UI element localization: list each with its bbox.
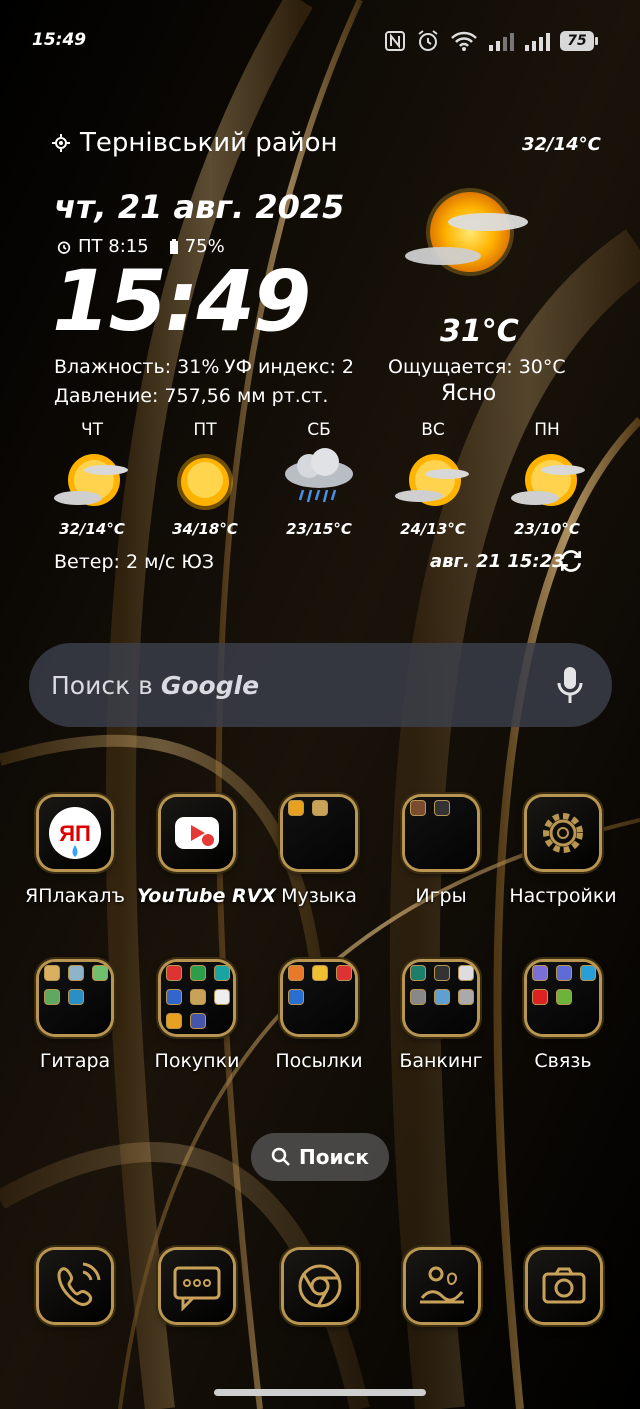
- folder-communication[interactable]: Связь: [503, 962, 623, 1072]
- app-youtube-rvx[interactable]: YouTube RVX: [137, 797, 277, 907]
- forecast-range: 23/15°C: [286, 520, 352, 538]
- feels-like: Ощущается: 30°C: [388, 356, 566, 378]
- microphone-icon[interactable]: [556, 665, 584, 705]
- search-icon: [271, 1147, 290, 1166]
- parcels-folder-icon: [283, 962, 355, 1034]
- location-name: Тернівський район: [80, 128, 338, 158]
- sunny-cloud-icon: [405, 188, 528, 276]
- app-search-button[interactable]: Поиск: [251, 1133, 389, 1181]
- app-label: Посылки: [275, 1050, 363, 1072]
- status-icons: 75: [384, 28, 604, 54]
- last-updated: авг. 21 15:23: [430, 551, 565, 572]
- partly-cloudy-icon: [54, 454, 128, 506]
- forecast-day: ПТ 34/18°C: [155, 420, 255, 538]
- forecast-range: 23/10°C: [514, 520, 580, 538]
- current-temperature: 31°C: [440, 314, 519, 349]
- dock-phone[interactable]: [38, 1250, 112, 1324]
- app-yaplakal[interactable]: ЯП ЯПлакалъ: [15, 797, 135, 907]
- folder-shopping[interactable]: Покупки: [137, 962, 257, 1072]
- banking-folder-icon: [405, 962, 477, 1034]
- folder-parcels[interactable]: Посылки: [259, 962, 379, 1072]
- forecast-day: ПН 23/10°C: [497, 420, 597, 538]
- dock-camera[interactable]: [527, 1250, 601, 1324]
- rain-cloud-icon: [285, 448, 353, 503]
- app-label: YouTube RVX: [137, 885, 277, 907]
- forecast-range: 32/14°C: [59, 520, 125, 538]
- communication-folder-icon: [527, 962, 599, 1034]
- app-label: Настройки: [509, 885, 617, 907]
- big-clock[interactable]: 15:49: [52, 252, 311, 350]
- app-label: Музыка: [281, 885, 357, 907]
- pressure: Давление: 757,56 мм рт.ст.: [54, 385, 329, 407]
- app-label: ЯПлакалъ: [25, 885, 125, 907]
- guitar-folder-icon: [39, 962, 111, 1034]
- nfc-icon: [385, 31, 405, 51]
- forecast-day-name: СБ: [307, 420, 331, 440]
- app-settings[interactable]: Настройки: [503, 797, 623, 907]
- status-time: 15:49: [32, 30, 87, 50]
- battery-icon: 75: [560, 31, 598, 51]
- folder-games[interactable]: Игры: [381, 797, 501, 907]
- wifi-icon: [451, 31, 477, 51]
- app-label: Банкинг: [399, 1050, 483, 1072]
- forecast-range: 34/18°C: [172, 520, 238, 538]
- date-text[interactable]: чт, 21 авг. 2025: [54, 188, 344, 226]
- humidity: Влажность: 31%: [54, 356, 220, 378]
- search-placeholder: Поиск в Google: [51, 670, 260, 700]
- forecast-range: 24/13°C: [400, 520, 466, 538]
- app-label: Гитара: [39, 1050, 111, 1072]
- forecast-day-name: ПН: [534, 420, 560, 440]
- signal-icon: [525, 33, 550, 51]
- forecast-day-name: ВС: [421, 420, 445, 440]
- forecast-day: ЧТ 32/14°C: [42, 420, 142, 538]
- forecast-day: ВС 24/13°C: [383, 420, 483, 538]
- today-temp-range: 32/14°C: [522, 134, 601, 155]
- app-label: Связь: [534, 1050, 592, 1072]
- browser-icon: [284, 1250, 356, 1322]
- app-search-label: Поиск: [299, 1145, 369, 1169]
- youtube-rvx-app-icon: [161, 797, 233, 869]
- settings-gear-icon: [527, 797, 599, 869]
- messages-icon: [161, 1250, 233, 1322]
- music-folder-icon: [283, 797, 355, 869]
- signal-icon: [489, 33, 514, 51]
- refresh-icon[interactable]: [558, 548, 584, 574]
- wind: Ветер: 2 м/с ЮЗ: [54, 551, 215, 573]
- forecast-day-name: ЧТ: [80, 420, 104, 440]
- app-label: Покупки: [154, 1050, 240, 1072]
- alarm-icon: [418, 30, 438, 51]
- folder-guitar[interactable]: Гитара: [15, 962, 135, 1072]
- partly-cloudy-icon: [511, 454, 585, 506]
- google-search-bar[interactable]: Поиск в Google: [29, 643, 612, 727]
- uv-index: УФ индекс: 2: [224, 356, 355, 378]
- dock-gallery[interactable]: [405, 1250, 479, 1324]
- phone-icon: [39, 1250, 111, 1322]
- weather-location[interactable]: Тернівський район: [52, 128, 338, 158]
- folder-music[interactable]: Музыка: [259, 797, 379, 907]
- shopping-folder-icon: [161, 962, 233, 1034]
- app-label: Игры: [415, 885, 467, 907]
- gesture-nav-bar[interactable]: [214, 1389, 426, 1396]
- games-folder-icon: [405, 797, 477, 869]
- folder-banking[interactable]: Банкинг: [381, 962, 501, 1072]
- forecast-day: СБ 23/15°C: [269, 420, 369, 538]
- forecast-day-name: ПТ: [193, 420, 217, 440]
- dock-browser[interactable]: [283, 1250, 357, 1324]
- location-target-icon: [52, 134, 70, 152]
- sunny-icon: [177, 454, 233, 510]
- weather-condition: Ясно: [441, 381, 497, 406]
- svg-text:ЯП: ЯП: [59, 821, 91, 846]
- camera-icon: [528, 1250, 600, 1322]
- yaplakal-app-icon: ЯП: [39, 797, 111, 869]
- dock-messages[interactable]: [160, 1250, 234, 1324]
- gallery-icon: [406, 1250, 478, 1322]
- partly-cloudy-icon: [395, 454, 469, 506]
